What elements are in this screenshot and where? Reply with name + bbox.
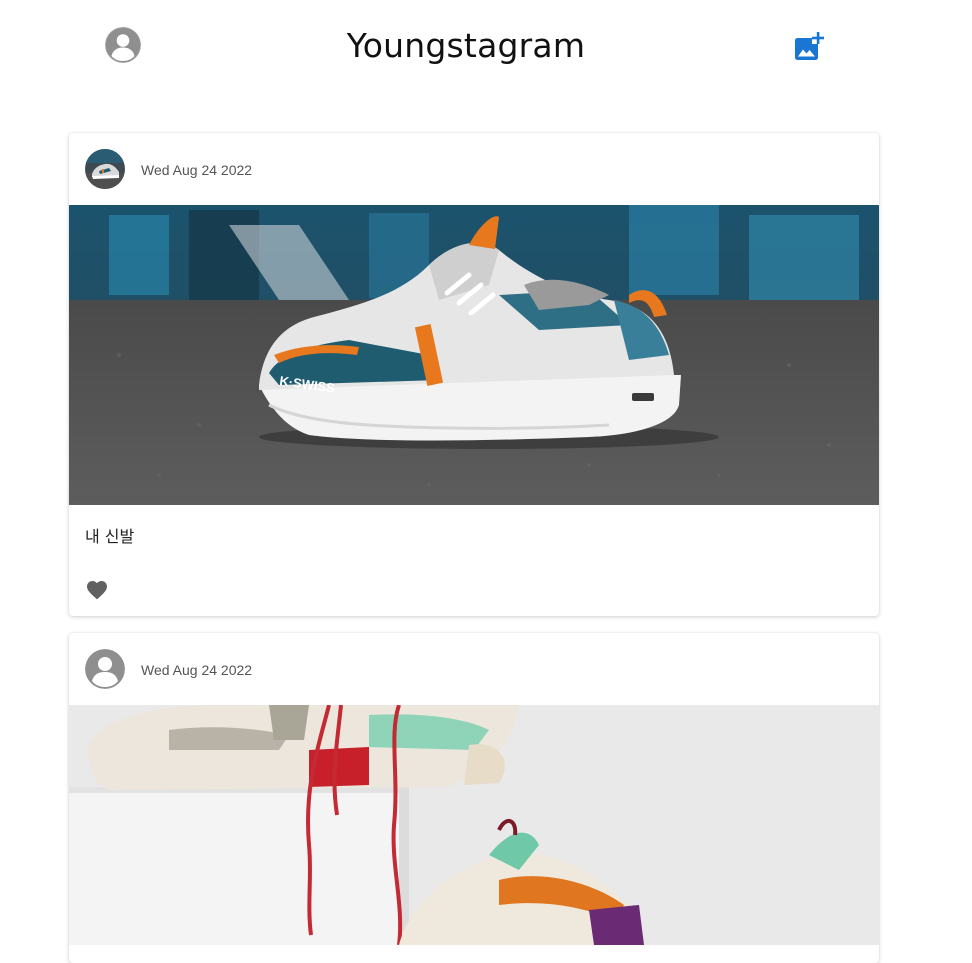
sneaker-photo: K·SWISS: [69, 205, 879, 505]
post-card: Wed Aug 24 2022: [69, 133, 879, 616]
post-card: Wed Aug 24 2022: [69, 633, 879, 963]
like-button[interactable]: [85, 578, 109, 602]
post-date: Wed Aug 24 2022: [141, 662, 253, 678]
post-image[interactable]: K·SWISS: [69, 205, 879, 505]
post-date: Wed Aug 24 2022: [141, 162, 253, 178]
add-photo-button[interactable]: [790, 29, 826, 65]
sneaker-thumbnail: [85, 149, 125, 189]
app-header: Youngstagram: [0, 0, 972, 92]
post-avatar[interactable]: [85, 149, 125, 189]
post-caption: 내 신발: [85, 527, 135, 546]
add-photo-icon: [795, 32, 824, 60]
post-avatar[interactable]: [85, 649, 125, 689]
post-header: Wed Aug 24 2022: [69, 133, 879, 205]
sneakers-on-box-photo: [69, 705, 879, 945]
post-image[interactable]: [69, 705, 879, 945]
heart-icon: [87, 581, 107, 600]
post-header: Wed Aug 24 2022: [69, 633, 879, 705]
default-avatar-icon: [85, 649, 125, 689]
